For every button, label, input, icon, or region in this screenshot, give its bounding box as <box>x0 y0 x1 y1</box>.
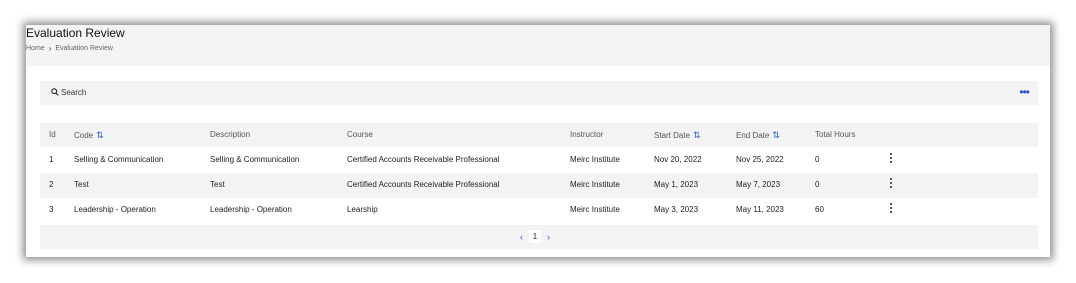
cell-course: Learship <box>347 205 378 214</box>
column-header-end-date[interactable]: End Date ⇅ <box>736 123 780 147</box>
cell-start-date: May 3, 2023 <box>654 205 699 214</box>
more-vertical-icon[interactable] <box>889 153 893 167</box>
column-header-code-label: Code <box>74 131 94 140</box>
cell-description: Leadership - Operation <box>210 205 292 214</box>
column-header-course: Course <box>347 130 373 139</box>
table-header: Id Code ⇅ Description Course Instructor S… <box>40 123 1038 147</box>
sort-icon[interactable]: ⇅ <box>772 130 780 140</box>
pagination-bar: ‹ 1 › <box>40 225 1038 249</box>
breadcrumb: Home › Evaluation Review <box>26 44 113 53</box>
sort-icon[interactable]: ⇅ <box>693 130 701 140</box>
cell-end-date: Nov 25, 2022 <box>736 155 784 164</box>
search-bar[interactable]: Search ••• <box>40 81 1038 105</box>
cell-total-hours: 0 <box>815 155 820 164</box>
table-row[interactable]: 3 Leadership - Operation Leadership - Op… <box>40 198 1038 223</box>
pagination: ‹ 1 › <box>520 230 550 243</box>
chevron-left-icon[interactable]: ‹ <box>520 232 523 242</box>
page-number[interactable]: 1 <box>529 230 541 243</box>
cell-description: Selling & Communication <box>210 155 300 164</box>
column-header-total-hours: Total Hours <box>815 130 856 139</box>
cell-start-date: May 1, 2023 <box>654 180 699 189</box>
app-window: Evaluation Review Home › Evaluation Revi… <box>26 25 1050 257</box>
cell-course: Certified Accounts Receivable Profession… <box>347 155 500 164</box>
cell-instructor: Meirc Institute <box>570 205 620 214</box>
column-header-code[interactable]: Code ⇅ <box>74 123 104 147</box>
cell-course: Certified Accounts Receivable Profession… <box>347 180 500 189</box>
column-header-id: Id <box>49 130 56 139</box>
evaluation-card: Search ••• Id Code ⇅ Description Course I… <box>40 81 1038 249</box>
cell-end-date: May 11, 2023 <box>736 205 784 214</box>
chevron-right-icon: › <box>48 44 52 53</box>
column-header-instructor: Instructor <box>570 130 604 139</box>
search-icon <box>51 88 59 96</box>
sort-icon[interactable]: ⇅ <box>96 130 104 140</box>
cell-start-date: Nov 20, 2022 <box>654 155 702 164</box>
table-row[interactable]: 2 Test Test Certified Accounts Receivabl… <box>40 173 1038 198</box>
cell-instructor: Meirc Institute <box>570 155 620 164</box>
cell-code: Leadership - Operation <box>74 205 156 214</box>
more-vertical-icon[interactable] <box>889 203 893 217</box>
table-row[interactable]: 1 Selling & Communication Selling & Comm… <box>40 148 1038 173</box>
cell-end-date: May 7, 2023 <box>736 180 781 189</box>
breadcrumb-current: Evaluation Review <box>55 45 113 52</box>
page-title: Evaluation Review <box>26 26 125 40</box>
cell-total-hours: 0 <box>815 180 820 189</box>
column-header-description: Description <box>210 130 251 139</box>
column-header-end-date-label: End Date <box>736 131 770 140</box>
more-vertical-icon[interactable] <box>889 178 893 192</box>
column-header-start-date-label: Start Date <box>654 131 691 140</box>
cell-code: Selling & Communication <box>74 155 164 164</box>
breadcrumb-home[interactable]: Home <box>26 45 45 52</box>
cell-instructor: Meirc Institute <box>570 180 620 189</box>
chevron-right-icon[interactable]: › <box>547 232 550 242</box>
cell-id: 3 <box>49 205 54 214</box>
page-header: Evaluation Review Home › Evaluation Revi… <box>26 25 1050 66</box>
column-header-start-date[interactable]: Start Date ⇅ <box>654 123 701 147</box>
cell-code: Test <box>74 180 89 189</box>
cell-description: Test <box>210 180 225 189</box>
search-input[interactable]: Search <box>61 88 86 97</box>
cell-id: 2 <box>49 180 54 189</box>
cell-id: 1 <box>49 155 54 164</box>
more-horizontal-icon[interactable]: ••• <box>1019 86 1030 98</box>
cell-total-hours: 60 <box>815 205 824 214</box>
